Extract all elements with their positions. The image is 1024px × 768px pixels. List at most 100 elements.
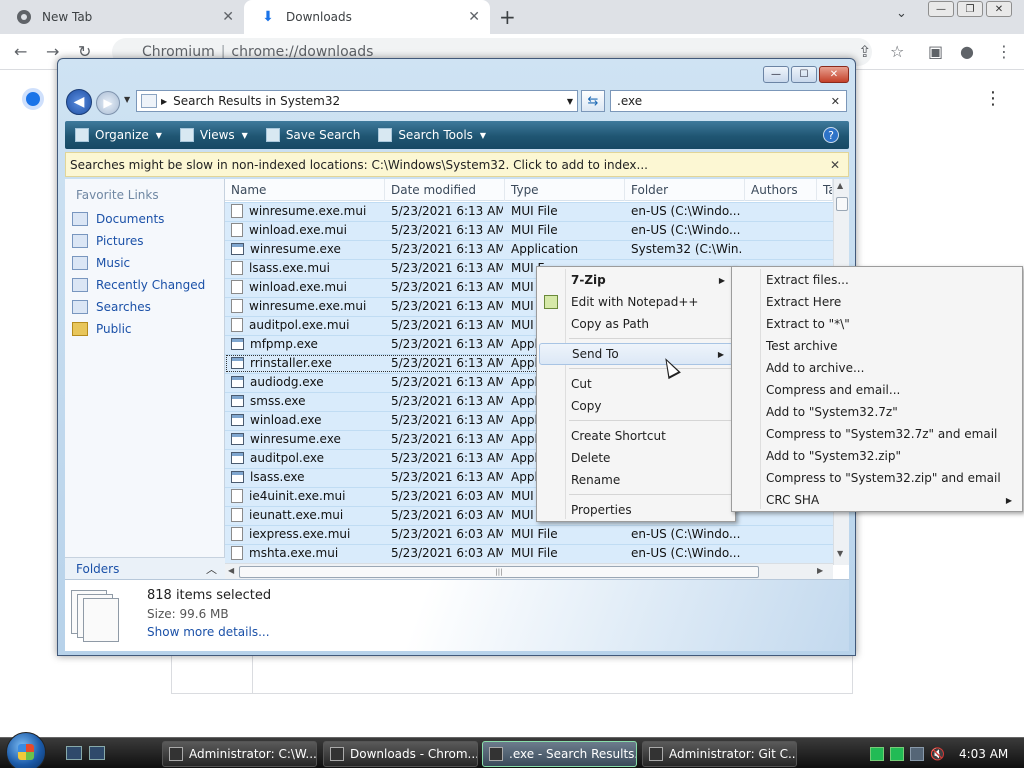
clear-search-icon[interactable]: ✕ [831, 95, 840, 108]
menu-item-edit-with-notepad[interactable]: Edit with Notepad++ [539, 291, 733, 313]
scroll-left-icon[interactable]: ◀ [228, 566, 234, 575]
close-tab-icon[interactable]: ✕ [222, 9, 234, 25]
column-tags[interactable]: Ta [817, 179, 833, 201]
nav-item-searches[interactable]: Searches [72, 297, 151, 317]
taskbar-button[interactable]: Administrator: C:\W... [162, 741, 317, 767]
app-icon [169, 747, 183, 761]
back-arrow-icon[interactable]: ◀ [66, 89, 92, 115]
tab-search-chevron-icon[interactable]: ⌄ [896, 6, 907, 21]
taskbar-button[interactable]: Administrator: Git C... [642, 741, 797, 767]
volume-muted-icon[interactable]: 🔇 [930, 747, 945, 761]
table-row[interactable]: iexpress.exe.mui 5/23/2021 6:03 AM MUI Fil… [225, 525, 833, 544]
nav-item-pictures[interactable]: Pictures [72, 231, 144, 251]
menu-item-7-zip[interactable]: 7-Zip ▶ [539, 269, 733, 291]
profile-avatar-icon[interactable]: ● [960, 42, 974, 61]
scroll-thumb[interactable] [836, 197, 848, 211]
search-input[interactable]: .exe ✕ [610, 90, 847, 112]
menu-item-label: CRC SHA [766, 493, 820, 507]
folders-toggle[interactable]: Folders ︿ [65, 557, 225, 579]
menu-item-delete[interactable]: Delete [539, 447, 733, 469]
network-icon[interactable] [870, 747, 884, 761]
display-icon[interactable] [910, 747, 924, 761]
help-icon[interactable]: ? [823, 127, 839, 143]
organize-label: Organize [95, 128, 149, 142]
breadcrumb-arrow-icon[interactable]: ▶ [161, 97, 167, 106]
browser-menu-icon[interactable]: ⋮ [996, 42, 1012, 61]
scroll-up-icon[interactable]: ▲ [837, 181, 843, 190]
forward-arrow-icon[interactable]: ▶ [96, 91, 120, 115]
column-type[interactable]: Type [505, 179, 625, 201]
scroll-down-icon[interactable]: ▼ [837, 549, 843, 558]
minimize-icon[interactable]: — [928, 1, 954, 17]
side-panel-icon[interactable]: ▣ [928, 42, 943, 61]
menu-item-extract-to[interactable]: Extract to "*\" [734, 313, 1020, 335]
menu-item-test-archive[interactable]: Test archive [734, 335, 1020, 357]
menu-item-compress-and-email[interactable]: Compress and email... [734, 379, 1020, 401]
index-info-bar[interactable]: Searches might be slow in non-indexed lo… [65, 152, 849, 177]
browser-tab-downloads[interactable]: ⬇ Downloads ✕ [244, 0, 490, 34]
table-row[interactable]: winload.exe.mui 5/23/2021 6:13 AM MUI File… [225, 221, 833, 240]
close-infobar-icon[interactable]: ✕ [830, 158, 840, 172]
menu-item-cut[interactable]: Cut [539, 373, 733, 395]
menu-item-compress-to-system32-7z-and-email[interactable]: Compress to "System32.7z" and email [734, 423, 1020, 445]
scroll-thumb[interactable]: ||| [239, 566, 759, 578]
file-name: winresume.exe [250, 242, 341, 256]
show-more-details-link[interactable]: Show more details... [147, 625, 270, 639]
menu-item-copy-as-path[interactable]: Copy as Path [539, 313, 733, 335]
menu-separator [569, 494, 731, 495]
menu-item-crc-sha[interactable]: CRC SHA ▶ [734, 489, 1020, 511]
share-icon[interactable]: ⇪ [858, 42, 871, 61]
menu-item-add-to-system32-zip[interactable]: Add to "System32.zip" [734, 445, 1020, 467]
recent-pages-chevron-icon[interactable]: ▼ [124, 95, 130, 104]
nav-item-public[interactable]: Public [72, 319, 132, 339]
views-button[interactable]: Views ▼ [179, 128, 248, 142]
menu-item-create-shortcut[interactable]: Create Shortcut [539, 425, 733, 447]
security-icon[interactable] [890, 747, 904, 761]
maximize-icon[interactable]: ☐ [791, 66, 817, 83]
start-orb-icon[interactable] [6, 732, 46, 768]
close-icon[interactable]: ✕ [986, 1, 1012, 17]
column-date-modified[interactable]: Date modified [385, 179, 505, 201]
table-row[interactable]: winresume.exe 5/23/2021 6:13 AM Applicatio… [225, 240, 833, 259]
scroll-right-icon[interactable]: ▶ [817, 566, 823, 575]
save-search-button[interactable]: Save Search [265, 128, 360, 142]
restore-icon[interactable]: ❐ [957, 1, 983, 17]
nav-item-documents[interactable]: Documents [72, 209, 164, 229]
back-arrow-icon[interactable]: ← [14, 42, 27, 61]
menu-item-properties[interactable]: Properties [539, 499, 733, 521]
switch-windows-icon[interactable] [89, 746, 105, 760]
menu-item-compress-to-system32-zip-and-email[interactable]: Compress to "System32.zip" and email [734, 467, 1020, 489]
menu-item-add-to-archive[interactable]: Add to archive... [734, 357, 1020, 379]
page-menu-icon[interactable]: ⋮ [984, 88, 1002, 109]
address-bar[interactable]: ▶ Search Results in System32 ▼ [136, 90, 578, 112]
organize-button[interactable]: Organize ▼ [75, 128, 162, 142]
browser-tab-new-tab[interactable]: New Tab ✕ [0, 0, 244, 34]
new-tab-plus-icon[interactable]: + [499, 5, 516, 29]
horizontal-scrollbar[interactable]: ◀ ||| ▶ [225, 563, 833, 579]
nav-item-recently-changed[interactable]: Recently Changed [72, 275, 205, 295]
forward-arrow-icon[interactable]: → [46, 42, 59, 61]
menu-item-copy[interactable]: Copy [539, 395, 733, 417]
menu-item-extract-files[interactable]: Extract files... [734, 269, 1020, 291]
clock[interactable]: 4:03 AM [959, 747, 1008, 761]
address-dropdown-icon[interactable]: ▼ [567, 97, 573, 106]
column-folder[interactable]: Folder [625, 179, 745, 201]
table-row[interactable]: winresume.exe.mui 5/23/2021 6:13 AM MUI Fi… [225, 202, 833, 221]
column-authors[interactable]: Authors [745, 179, 817, 201]
close-icon[interactable]: ✕ [819, 66, 849, 83]
search-tools-button[interactable]: Search Tools ▼ [378, 128, 486, 142]
taskbar-button[interactable]: .exe - Search Results... [482, 741, 637, 767]
menu-item-rename[interactable]: Rename [539, 469, 733, 491]
column-name[interactable]: Name [225, 179, 385, 201]
nav-item-music[interactable]: Music [72, 253, 130, 273]
menu-item-add-to-system32-7z[interactable]: Add to "System32.7z" [734, 401, 1020, 423]
refresh-icon[interactable]: ⇆ [581, 90, 605, 112]
show-desktop-icon[interactable] [66, 746, 82, 760]
taskbar-button[interactable]: Downloads - Chrom... [323, 741, 478, 767]
bookmark-star-icon[interactable]: ☆ [890, 42, 904, 61]
minimize-icon[interactable]: — [763, 66, 789, 83]
close-tab-icon[interactable]: ✕ [468, 9, 480, 25]
menu-item-extract-here[interactable]: Extract Here [734, 291, 1020, 313]
table-row[interactable]: mshta.exe.mui 5/23/2021 6:03 AM MUI File en… [225, 544, 833, 563]
menu-item-send-to[interactable]: Send To ▶ [539, 343, 733, 365]
